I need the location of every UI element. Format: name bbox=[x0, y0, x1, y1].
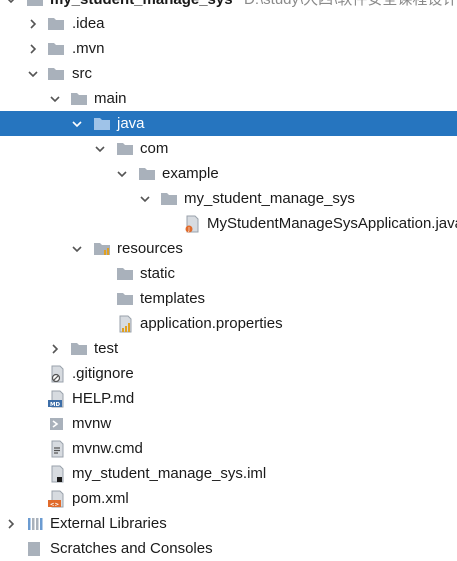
package-icon bbox=[160, 190, 178, 208]
chevron-right-icon[interactable] bbox=[4, 517, 18, 531]
libraries-icon bbox=[26, 515, 44, 533]
folder-icon bbox=[47, 40, 65, 58]
markdown-file-icon: MD bbox=[48, 390, 66, 408]
tree-item-label: example bbox=[162, 165, 219, 182]
tree-row-external-libraries[interactable]: External Libraries bbox=[0, 511, 457, 536]
tree-item-label: HELP.md bbox=[72, 390, 135, 407]
tree-row-templates[interactable]: templates bbox=[0, 286, 457, 311]
tree-item-label: resources bbox=[117, 240, 183, 257]
svg-text:<>: <> bbox=[50, 502, 60, 508]
tree-item-label: External Libraries bbox=[50, 515, 167, 532]
tree-row-example[interactable]: example bbox=[0, 161, 457, 186]
chevron-down-icon[interactable] bbox=[93, 142, 107, 156]
gitignore-file-icon bbox=[48, 365, 66, 383]
folder-icon bbox=[116, 290, 134, 308]
folder-icon bbox=[70, 90, 88, 108]
tree-row-com[interactable]: com bbox=[0, 136, 457, 161]
tree-row-scratches[interactable]: Scratches and Consoles bbox=[0, 536, 457, 561]
package-icon bbox=[138, 165, 156, 183]
tree-row-mvnw[interactable]: mvnw bbox=[0, 411, 457, 436]
tree-item-label: com bbox=[140, 140, 169, 157]
tree-row-main[interactable]: main bbox=[0, 86, 457, 111]
folder-icon bbox=[26, 0, 44, 9]
folder-icon bbox=[116, 265, 134, 283]
tree-row-pom-xml[interactable]: <> pom.xml bbox=[0, 486, 457, 511]
chevron-down-icon[interactable] bbox=[26, 67, 40, 81]
tree-item-label: main bbox=[94, 90, 127, 107]
tree-item-label: static bbox=[140, 265, 176, 282]
tree-item-label: src bbox=[72, 65, 92, 82]
project-tree: my_student_manage_sys D:\study\大四\软件安全课程… bbox=[0, 0, 457, 557]
chevron-down-icon[interactable] bbox=[115, 167, 129, 181]
chevron-down-icon[interactable] bbox=[70, 117, 84, 131]
tree-row-application-properties[interactable]: application.properties bbox=[0, 311, 457, 336]
tree-row-idea[interactable]: .idea bbox=[0, 11, 457, 36]
chevron-down-icon[interactable] bbox=[4, 0, 18, 7]
tree-row-resources[interactable]: resources bbox=[0, 236, 457, 261]
tree-item-label: Scratches and Consoles bbox=[50, 540, 213, 557]
folder-icon bbox=[47, 15, 65, 33]
chevron-down-icon[interactable] bbox=[48, 92, 62, 106]
tree-row-mvnw-cmd[interactable]: mvnw.cmd bbox=[0, 436, 457, 461]
properties-file-icon bbox=[117, 315, 135, 333]
tree-row-java[interactable]: java bbox=[0, 111, 457, 136]
tree-item-label: java bbox=[117, 115, 145, 132]
chevron-right-icon[interactable] bbox=[48, 342, 62, 356]
chevron-down-icon[interactable] bbox=[70, 242, 84, 256]
tree-item-label: application.properties bbox=[140, 315, 283, 332]
svg-text:MD: MD bbox=[50, 402, 60, 408]
tree-item-label: my_student_manage_sys.iml bbox=[72, 465, 267, 482]
tree-row-application-class[interactable]: J MyStudentManageSysApplication.java bbox=[0, 211, 457, 236]
package-icon bbox=[116, 140, 134, 158]
resources-folder-icon bbox=[93, 240, 111, 258]
tree-row-mvn[interactable]: .mvn bbox=[0, 36, 457, 61]
tree-row-test[interactable]: test bbox=[0, 336, 457, 361]
chevron-right-icon[interactable] bbox=[26, 17, 40, 31]
folder-icon bbox=[70, 340, 88, 358]
tree-item-label: my_student_manage_sys bbox=[184, 190, 355, 207]
tree-item-label: .gitignore bbox=[72, 365, 134, 382]
tree-row-my-student-manage-sys[interactable]: my_student_manage_sys bbox=[0, 186, 457, 211]
tree-item-label: templates bbox=[140, 290, 206, 307]
tree-row-static[interactable]: static bbox=[0, 261, 457, 286]
tree-row-gitignore[interactable]: .gitignore bbox=[0, 361, 457, 386]
tree-item-label: .mvn bbox=[72, 40, 105, 57]
tree-item-label: mvnw bbox=[72, 415, 112, 432]
chevron-right-icon[interactable] bbox=[26, 42, 40, 56]
chevron-down-icon[interactable] bbox=[138, 192, 152, 206]
scratches-icon bbox=[26, 540, 44, 558]
tree-row-iml[interactable]: my_student_manage_sys.iml bbox=[0, 461, 457, 486]
svg-text:J: J bbox=[187, 227, 189, 233]
source-folder-icon bbox=[93, 115, 111, 133]
tree-item-label: .idea bbox=[72, 15, 105, 32]
tree-item-label: mvnw.cmd bbox=[72, 440, 143, 457]
shell-script-icon bbox=[48, 415, 66, 433]
java-class-icon: J bbox=[183, 215, 201, 233]
tree-item-label: test bbox=[94, 340, 119, 357]
tree-item-label: MyStudentManageSysApplication.java bbox=[207, 215, 457, 232]
folder-icon bbox=[47, 65, 65, 83]
iml-file-icon bbox=[48, 465, 66, 483]
tree-item-label: pom.xml bbox=[72, 490, 129, 507]
tree-row-help-md[interactable]: MD HELP.md bbox=[0, 386, 457, 411]
text-file-icon bbox=[48, 440, 66, 458]
tree-row-src[interactable]: src bbox=[0, 61, 457, 86]
xml-file-icon: <> bbox=[48, 490, 66, 508]
